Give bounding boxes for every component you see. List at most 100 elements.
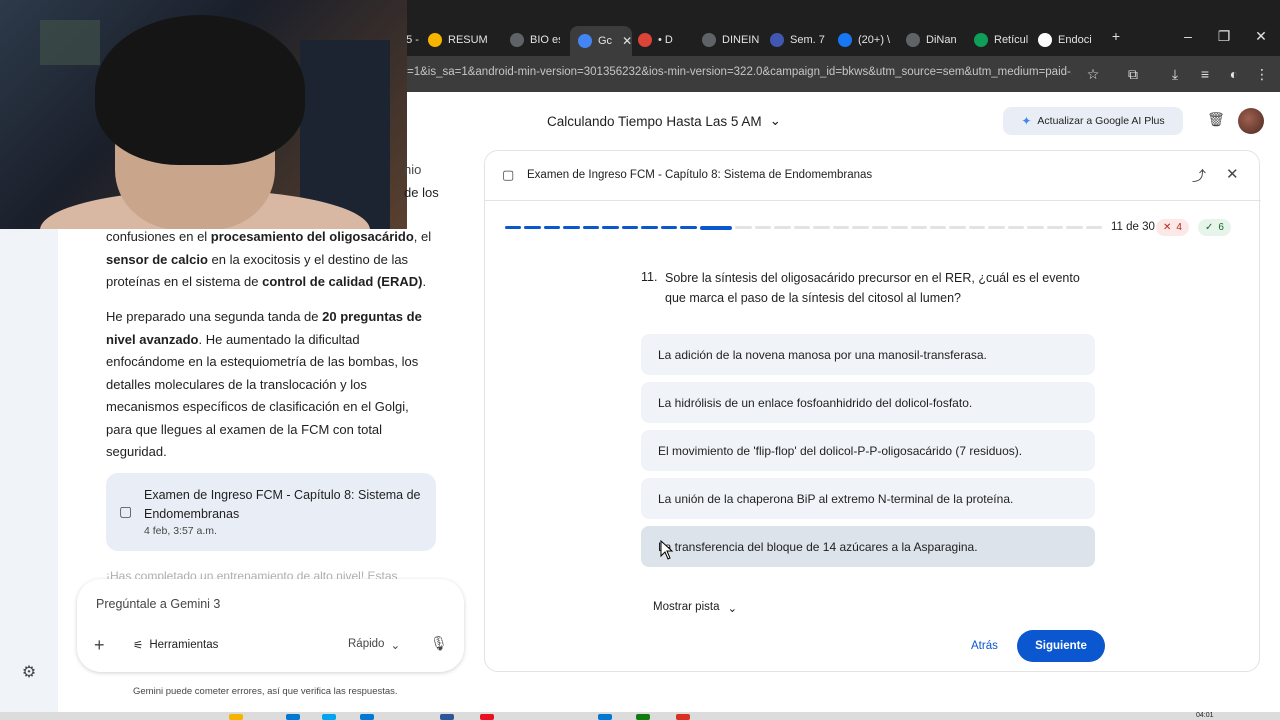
tab-favicon-icon (638, 33, 652, 47)
download-icon[interactable]: ⤓ (1165, 64, 1185, 84)
browser-tab[interactable]: (20+) \ (838, 28, 898, 52)
chat-paragraph: confusiones en el procesamiento del olig… (106, 229, 432, 289)
progress-segment (1066, 226, 1083, 229)
prompt-input[interactable]: Pregúntale a Gemini 3 (96, 597, 220, 611)
answer-option[interactable]: La adición de la novena manosa por una m… (641, 334, 1095, 375)
restore-icon[interactable]: ❐ (1214, 28, 1234, 45)
browser-tab[interactable]: RESUM (428, 28, 498, 52)
share-icon[interactable]: ⤴ (1192, 166, 1206, 186)
answer-option[interactable]: La unión de la chaperona BiP al extremo … (641, 478, 1095, 519)
answer-option[interactable]: La hidrólisis de un enlace fosfoanhidrid… (641, 382, 1095, 423)
taskbar-clock: 04:01 (1196, 712, 1214, 719)
taskbar-app-icon[interactable] (636, 714, 650, 720)
progress-segment (602, 226, 619, 229)
tab-label: RESUM (448, 34, 488, 46)
quiz-title: Examen de Ingreso FCM - Capítulo 8: Sist… (527, 169, 873, 181)
side-nav (0, 229, 58, 712)
progress-segment (680, 226, 697, 229)
progress-segment (852, 226, 869, 229)
taskbar-app-icon[interactable] (480, 714, 494, 720)
next-button[interactable]: Siguiente (1017, 630, 1105, 662)
back-button[interactable]: Atrás (971, 640, 998, 652)
progress-segment (563, 226, 580, 229)
taskbar-app-icon[interactable] (598, 714, 612, 720)
progress-segment (1046, 226, 1064, 229)
progress-segment (910, 226, 927, 229)
browser-tab[interactable]: Gc ✕ (570, 26, 632, 56)
chat-partial-text: nio (404, 162, 422, 177)
progress-segment (891, 226, 908, 229)
close-tab-icon[interactable]: ✕ (622, 34, 632, 48)
artifact-date: 4 feb, 3:57 a.m. (144, 525, 217, 537)
progress-count: 11 de 30 (1111, 221, 1155, 233)
tools-icon: ⚟ (133, 640, 144, 652)
microphone-icon[interactable]: 🎙 (430, 635, 448, 652)
tab-favicon-icon (1038, 33, 1052, 47)
tab-label: Endoci (1058, 34, 1092, 46)
url-field[interactable]: =1&is_sa=1&android-min-version=301356232… (407, 66, 1072, 78)
tab-favicon-icon (578, 34, 592, 48)
taskbar-app-icon[interactable] (676, 714, 690, 720)
disclaimer: Gemini puede cometer errores, así que ve… (133, 686, 398, 697)
browser-tab[interactable]: • D (638, 28, 694, 52)
tab-favicon-icon (974, 33, 988, 47)
close-window-icon[interactable]: ✕ (1251, 28, 1271, 45)
tab-favicon-icon (510, 33, 524, 47)
answer-option[interactable]: La transferencia del bloque de 14 azúcar… (641, 526, 1095, 567)
tab-favicon-icon (838, 33, 852, 47)
tab-favicon-icon (428, 33, 442, 47)
browser-tab[interactable]: Retícul (974, 28, 1034, 52)
tab-favicon-icon (770, 33, 784, 47)
progress-segment (871, 226, 889, 229)
model-selector[interactable]: Rápido ⌄ (348, 638, 400, 652)
answer-option[interactable]: El movimiento de 'flip-flop' del dolicol… (641, 430, 1095, 471)
browser-tab[interactable]: DINEIN (702, 28, 762, 52)
progress-segment (832, 226, 850, 229)
tools-label: Herramientas (149, 639, 219, 651)
profile-icon[interactable]: ◐ (1224, 64, 1244, 84)
chevron-down-icon: ⌄ (769, 113, 781, 128)
quiz-header: ▢ Examen de Ingreso FCM - Capítulo 8: Si… (485, 151, 1261, 201)
avatar[interactable] (1238, 108, 1264, 134)
media-icon[interactable]: ≡ (1195, 64, 1215, 84)
progress-segment (754, 226, 772, 229)
add-icon[interactable]: + (94, 635, 105, 656)
chat-title-dropdown[interactable]: Calculando Tiempo Hasta Las 5 AM ⌄ (547, 113, 781, 129)
taskbar-app-icon[interactable] (229, 714, 243, 720)
progress-segment (505, 226, 522, 229)
quiz-artifact-card[interactable]: ▢ Examen de Ingreso FCM - Capítulo 8: Si… (106, 473, 436, 551)
artifact-title: Examen de Ingreso FCM - Capítulo 8: Sist… (144, 488, 421, 521)
document-icon: ▢ (119, 503, 133, 519)
progress-segment (1007, 226, 1025, 229)
progress-segment (699, 226, 733, 230)
new-tab-icon[interactable]: + (1106, 28, 1126, 44)
minimize-icon[interactable]: – (1178, 28, 1198, 44)
show-hint-button[interactable]: Mostrar pista ⌄ (653, 601, 737, 615)
bookmark-star-icon[interactable]: ☆ (1083, 64, 1103, 84)
check-icon: ✓ (1205, 222, 1214, 233)
tab-label: Sem. 7 (790, 34, 825, 46)
webcam-overlay (0, 0, 407, 229)
close-icon[interactable]: ✕ (1226, 165, 1239, 183)
progress-segment (793, 226, 811, 229)
trash-icon[interactable]: 🗑 (1206, 111, 1226, 131)
browser-tab[interactable]: Sem. 7 (770, 28, 830, 52)
taskbar-app-icon[interactable] (440, 714, 454, 720)
hint-label: Mostrar pista (653, 601, 720, 613)
progress-segment (813, 226, 830, 229)
taskbar-app-icon[interactable] (322, 714, 336, 720)
menu-icon[interactable]: ⋮ (1252, 64, 1272, 84)
upgrade-button[interactable]: ✦ Actualizar a Google AI Plus (1003, 107, 1183, 135)
settings-icon[interactable]: ⚙ (20, 664, 38, 682)
extensions-icon[interactable]: ⧉ (1123, 64, 1143, 84)
tools-button[interactable]: ⚟ Herramientas (133, 638, 218, 652)
taskbar-app-icon[interactable] (286, 714, 300, 720)
tab-label: DiNan (926, 34, 957, 46)
browser-tab[interactable]: BIO es (510, 28, 560, 52)
browser-tab[interactable]: Endoci (1038, 28, 1098, 52)
prompt-box: Pregúntale a Gemini 3 + ⚟ Herramientas R… (77, 579, 464, 672)
browser-tab[interactable]: DiNan (906, 28, 966, 52)
taskbar-app-icon[interactable] (360, 714, 374, 720)
progress-segment (735, 226, 752, 229)
progress-segment (1027, 226, 1044, 229)
